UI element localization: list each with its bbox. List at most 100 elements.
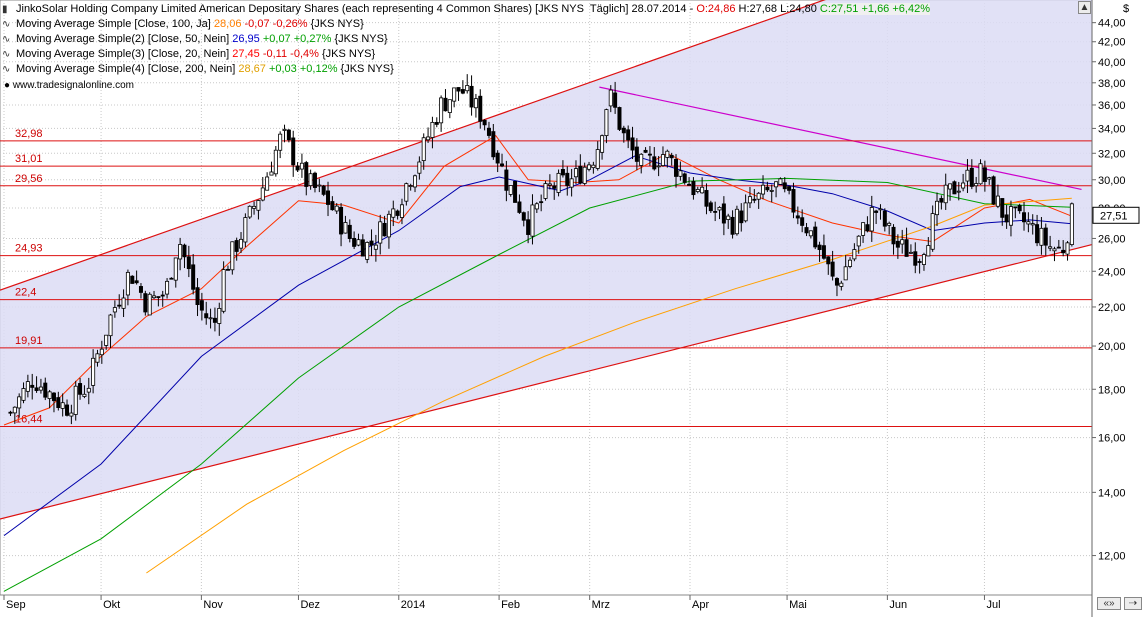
scroll-right-icon[interactable]: ⇢ [1124,597,1142,610]
candle-body [869,207,874,232]
candle-body [526,219,531,235]
candle-body [743,202,748,222]
candle-body [1030,223,1035,226]
candle-body [643,149,648,153]
candle-body [700,186,705,194]
indicator-row-1[interactable]: ∿ Moving Average Simple [Close, 100, Ja] … [2,17,930,32]
candle-body [961,182,966,189]
candle-body [221,269,226,312]
candle-body [1022,212,1027,223]
candle-body [308,173,313,187]
candle-body [534,203,539,210]
candle-body [747,196,752,204]
x-tick-label: Dez [300,599,320,611]
candle-body [225,268,230,271]
y-tick-label: 36,00 [1098,100,1126,112]
candle-body [91,357,96,386]
candle-body [926,245,931,257]
indicator-value: 26,95 [232,33,260,45]
candle-body [1035,224,1040,244]
indicator-suffix: {JKS NYS} [334,33,388,45]
candle-body [125,271,130,296]
candle-body [504,169,509,191]
candle-body [156,296,161,298]
candle-body [108,314,113,337]
candle-body [848,259,853,267]
candle-body [791,189,796,213]
indicator-label: Moving Average Simple [Close, 100, Ja] [16,18,211,30]
candle-body [991,176,996,205]
candle-body [821,245,826,259]
candle-body [987,177,992,180]
candle-body [234,240,239,252]
candle-body [687,183,692,186]
level-label: 19,91 [15,335,43,347]
copyright-label: ● www.tradesignalonline.com [4,80,134,91]
candle-body [765,186,770,191]
candles-icon: ▮ [2,4,8,15]
candle-body [826,256,831,265]
candle-body [382,222,387,237]
level-label: 31,01 [15,153,43,165]
candle-body [556,172,561,193]
indicator-row-2[interactable]: ∿ Moving Average Simple(2) [Close, 50, Ne… [2,32,930,47]
indicator-value: 28,67 [238,63,266,75]
candle-body [939,198,944,203]
candle-body [243,217,248,243]
candle-body [1056,246,1061,249]
indicator-wave-icon: ∿ [2,49,11,60]
candle-body [95,353,100,363]
x-tick-label: Okt [103,599,120,611]
candle-body [578,165,583,184]
candle-body [839,282,844,287]
candle-body [34,387,39,391]
zoom-arrows-icon[interactable]: «» [1097,597,1121,610]
candle-body [491,131,496,158]
candle-body [239,238,244,249]
candle-body [543,183,548,199]
y-tick-label: 14,00 [1098,487,1126,499]
candle-body [426,136,431,141]
collapse-arrow-icon[interactable]: ▲ [1078,1,1091,14]
candle-body [1004,214,1009,223]
candle-body [530,204,535,237]
candle-body [330,201,335,211]
candle-body [334,205,339,212]
candle-body [208,317,213,320]
y-tick-label: 32,00 [1098,148,1126,160]
candle-body [1048,246,1053,249]
candle-body [726,215,731,220]
candle-body [1017,205,1022,212]
candle-body [117,304,122,307]
y-tick-label: 40,00 [1098,57,1126,69]
candle-body [143,293,148,313]
candle-body [769,189,774,192]
candle-body [460,89,465,94]
indicator-row-4[interactable]: ∿ Moving Average Simple(4) [Close, 200, N… [2,62,930,77]
candle-body [1061,249,1066,254]
indicator-change: +0,07 [262,33,291,45]
indicator-value: 27,45 [232,48,260,60]
y-tick-label: 20,00 [1098,341,1126,353]
candle-body [60,402,65,409]
indicator-row-3[interactable]: ∿ Moving Average Simple(3) [Close, 20, Ne… [2,47,930,62]
candle-body [904,239,909,257]
indicator-label: Moving Average Simple(4) [Close, 200, Ne… [16,63,236,75]
candle-body [304,162,309,187]
candle-body [956,190,961,193]
x-tick-label: Feb [501,599,520,611]
x-tick-label: Mrz [592,599,610,611]
candle-body [8,411,13,414]
x-tick-label: Apr [692,599,709,611]
indicator-wave-icon: ∿ [2,64,11,75]
indicator-change-pct: +0,27% [293,33,332,45]
candle-body [639,153,644,166]
candle-body [478,95,483,122]
candle-body [404,183,409,202]
y-tick-label: 34,00 [1098,123,1126,135]
last-price-tag: 27,51 [1100,210,1128,222]
candle-body [539,201,544,204]
candle-body [269,171,274,176]
candle-body [312,172,317,188]
y-tick-label: 18,00 [1098,384,1126,396]
